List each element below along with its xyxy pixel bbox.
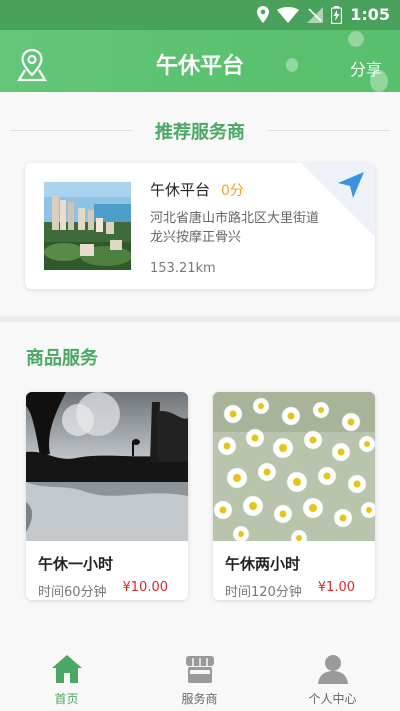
tab-profile[interactable]: 个人中心 — [266, 642, 399, 711]
share-button[interactable]: 分享 — [350, 56, 382, 80]
app-header: 午休平台 分享 — [0, 30, 400, 92]
tab-providers-label: 服务商 — [181, 692, 218, 706]
product-card[interactable]: 午休一小时 时间60分钟 ¥10.00 — [26, 392, 188, 600]
provider-card[interactable]: 午休平台 0分 河北省唐山市路北区大里街道龙兴按摩正骨兴 153.21km — [25, 163, 375, 289]
products-section: 商品服务 午休一小时 时间60分钟 ¥10.00 午休两小时 时间120分钟 ¥… — [0, 322, 400, 642]
product-duration: 时间60分钟 — [38, 585, 107, 600]
title-divider-right — [268, 130, 390, 131]
bottom-tab-bar: 首页 服务商 个人中心 — [0, 642, 400, 711]
tab-home[interactable]: 首页 — [0, 642, 133, 711]
recommend-title-row: 推荐服务商 — [0, 118, 400, 143]
recommend-section-title: 推荐服务商 — [155, 122, 245, 143]
product-name: 午休两小时 — [225, 555, 301, 573]
tab-home-label: 首页 — [54, 692, 79, 706]
provider-thumbnail — [44, 182, 131, 270]
navigation-arrow-icon — [338, 172, 364, 198]
product-price: ¥1.00 — [317, 580, 355, 595]
user-icon — [317, 655, 348, 684]
product-price: ¥10.00 — [122, 580, 169, 595]
page-title: 午休平台 — [155, 54, 244, 79]
provider-score: 0分 — [221, 183, 244, 199]
product-name: 午休一小时 — [38, 555, 114, 573]
status-time: 1:05 — [350, 5, 390, 24]
status-icons: 1:05 — [257, 5, 390, 24]
location-status-icon — [257, 5, 270, 23]
product-card[interactable]: 午休两小时 时间120分钟 ¥1.00 — [213, 392, 375, 600]
home-icon — [51, 655, 82, 683]
store-icon — [185, 656, 214, 683]
tab-profile-label: 个人中心 — [308, 692, 357, 706]
provider-distance: 153.21km — [150, 261, 216, 276]
provider-name: 午休平台 — [150, 181, 211, 199]
signal-off-icon — [307, 6, 324, 23]
product-image — [26, 392, 188, 541]
tab-providers[interactable]: 服务商 — [133, 642, 266, 711]
recommend-section: 推荐服务商 午休平台 0分 河北省唐山市路北区大里街道龙兴按摩正骨兴 153.2… — [0, 92, 400, 316]
battery-charging-icon — [331, 5, 343, 24]
product-image — [213, 392, 375, 541]
wifi-icon — [277, 6, 300, 23]
provider-address: 河北省唐山市路北区大里街道龙兴按摩正骨兴 — [150, 211, 320, 245]
header-decoration — [348, 31, 364, 47]
products-section-title: 商品服务 — [26, 348, 98, 369]
navigate-button[interactable] — [301, 163, 375, 237]
product-duration: 时间120分钟 — [225, 585, 302, 600]
status-bar: 1:05 — [0, 0, 400, 30]
